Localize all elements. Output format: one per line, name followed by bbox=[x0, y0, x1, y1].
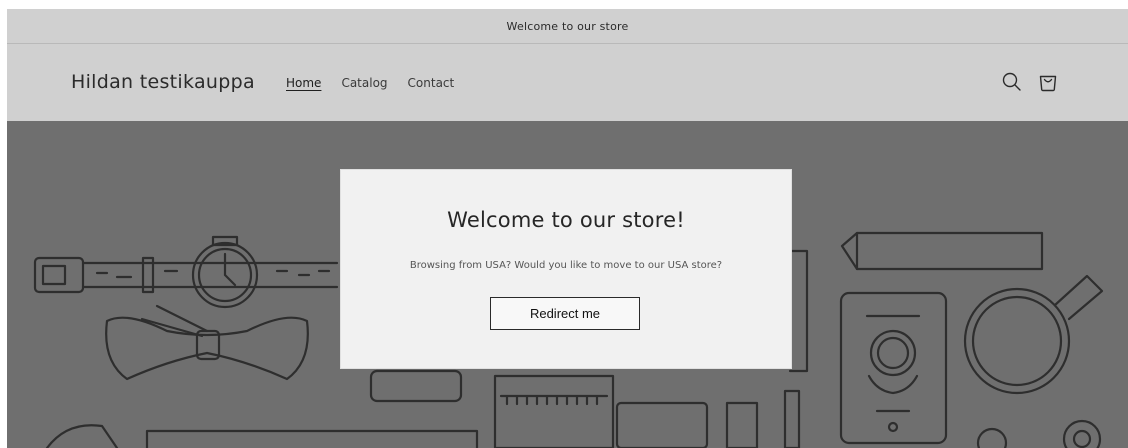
site-header: Hildan testikauppa Home Catalog Contact bbox=[7, 44, 1128, 121]
announcement-text: Welcome to our store bbox=[506, 19, 629, 33]
nav-home[interactable]: Home bbox=[286, 76, 321, 90]
modal-text: Browsing from USA? Would you like to mov… bbox=[409, 260, 723, 271]
modal-title: Welcome to our store! bbox=[447, 208, 685, 232]
page: Welcome to our store Hildan testikauppa … bbox=[7, 9, 1128, 448]
search-icon[interactable] bbox=[1000, 70, 1024, 94]
store-logo[interactable]: Hildan testikauppa bbox=[71, 71, 255, 93]
redirect-modal: Welcome to our store! Browsing from USA?… bbox=[341, 170, 791, 368]
cart-icon[interactable] bbox=[1036, 70, 1060, 94]
announcement-bar: Welcome to our store bbox=[7, 9, 1128, 44]
main-nav: Home Catalog Contact bbox=[286, 76, 454, 90]
redirect-button[interactable]: Redirect me bbox=[490, 297, 640, 330]
nav-contact[interactable]: Contact bbox=[408, 76, 455, 90]
nav-catalog[interactable]: Catalog bbox=[341, 76, 387, 90]
